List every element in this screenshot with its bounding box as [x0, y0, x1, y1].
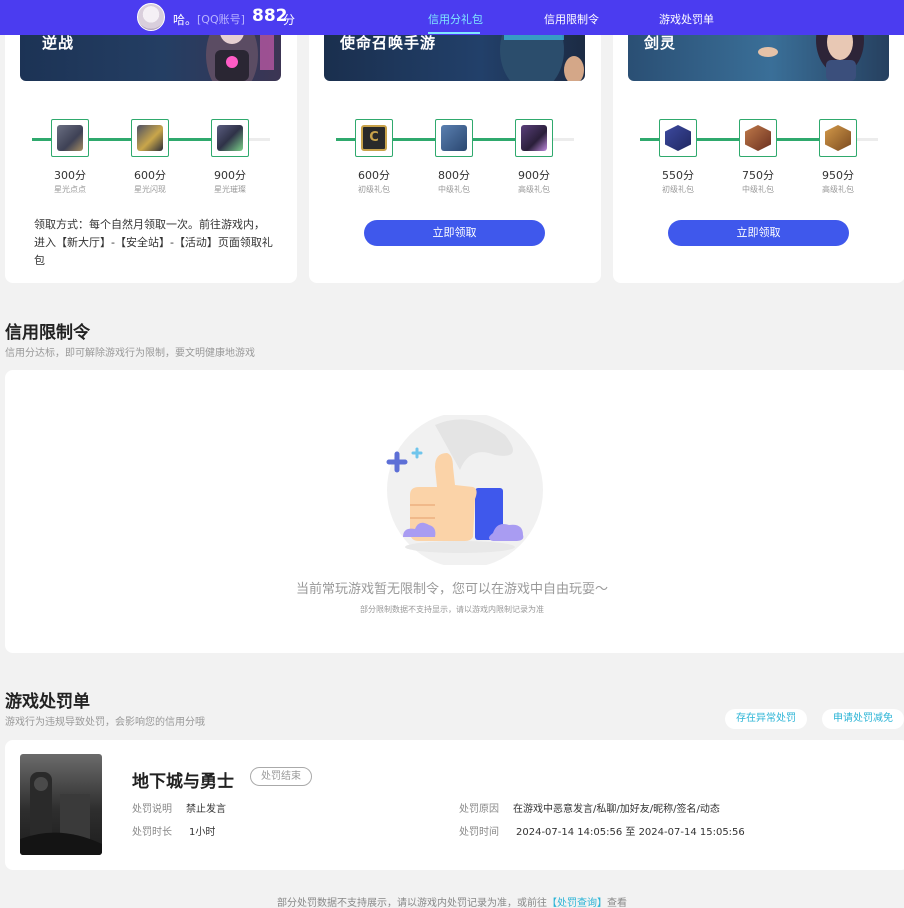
gift-points: 300分 — [54, 169, 86, 182]
nz-gift-2-icon — [137, 125, 163, 151]
active-tab-indicator — [428, 32, 480, 34]
gift-points: 800分 — [438, 169, 470, 182]
gift-name: 高级礼包 — [822, 185, 854, 194]
gift-name: 星光璀璨 — [214, 185, 246, 194]
gift-points: 900分 — [518, 169, 550, 182]
tab-credit-gift[interactable]: 信用分礼包 — [428, 11, 483, 27]
avatar[interactable] — [137, 3, 165, 31]
game-name: 地下城与勇士 — [132, 772, 234, 792]
abnormal-penalty-button[interactable]: 存在异常处罚 — [725, 709, 807, 729]
gift-card-bns: 剑灵 550分 750分 950分 初级礼包 中级礼包 高级礼包 立即领取 — [613, 0, 904, 283]
restriction-subtitle: 信用分达标，即可解除游戏行为限制，要文明健康地游戏 — [5, 348, 255, 359]
gift-item[interactable] — [131, 119, 169, 157]
time-label: 处罚时间 — [459, 827, 499, 838]
status-badge: 处罚结束 — [250, 767, 312, 786]
time-value: 2024-07-14 14:05:56 至 2024-07-14 15:05:5… — [516, 827, 745, 838]
gift-name: 高级礼包 — [518, 185, 550, 194]
bns-gift-3-icon — [825, 125, 851, 151]
gift-item[interactable] — [739, 119, 777, 157]
penalty-title: 游戏处罚单 — [5, 692, 90, 712]
gift-points: 750分 — [742, 169, 774, 182]
gift-item[interactable] — [435, 119, 473, 157]
gift-name: 星光闪现 — [134, 185, 166, 194]
gift-name: 初级礼包 — [662, 185, 694, 194]
thumbs-up-illustration — [386, 415, 543, 565]
tab-penalty-list[interactable]: 游戏处罚单 — [659, 11, 714, 27]
penalty-query-link[interactable]: 【处罚查询】 — [547, 898, 607, 908]
gift-card-nizhan: 逆战 300分 600分 900分 星光点点 星光闪现 星光璀璨 领取方式：每个… — [5, 0, 297, 283]
gift-card-codm: 使命召唤手游 C 600分 800分 900分 初级礼包 中级礼包 高级礼包 立… — [309, 0, 601, 283]
gift-name: 中级礼包 — [438, 185, 470, 194]
reason-value: 在游戏中恶意发言/私聊/加好友/昵称/签名/动态 — [513, 804, 720, 815]
restriction-panel: 当前常玩游戏暂无限制令，您可以在游戏中自由玩耍～ 部分限制数据不支持显示，请以游… — [5, 370, 904, 653]
gift-name: 星光点点 — [54, 185, 86, 194]
gift-item[interactable] — [51, 119, 89, 157]
reason-label: 处罚原因 — [459, 804, 499, 815]
empty-state-note: 部分限制数据不支持显示，请以游戏内限制记录为准 — [360, 605, 544, 614]
gift-name: 初级礼包 — [358, 185, 390, 194]
game-thumbnail — [20, 754, 102, 855]
gift-name: 中级礼包 — [742, 185, 774, 194]
gift-item[interactable] — [819, 119, 857, 157]
duration-label: 处罚时长 — [132, 827, 172, 838]
nz-gift-3-icon — [217, 125, 243, 151]
banner-title: 使命召唤手游 — [340, 34, 437, 52]
restriction-title: 信用限制令 — [5, 323, 90, 343]
claim-instructions: 领取方式：每个自然月领取一次。前往游戏内，进入【新大厅】-【安全站】-【活动】页… — [34, 218, 273, 267]
gift-item[interactable]: C — [355, 119, 393, 157]
footer-note: 部分处罚数据不支持展示，请以游戏内处罚记录为准，或前往【处罚查询】查看 — [0, 894, 904, 908]
bns-gift-1-icon — [665, 125, 691, 151]
penalty-subtitle: 游戏行为违规导致处罚，会影响您的信用分哦 — [5, 717, 205, 728]
gift-item[interactable] — [211, 119, 249, 157]
bns-gift-2-icon — [745, 125, 771, 151]
empty-state-text: 当前常玩游戏暂无限制令，您可以在游戏中自由玩耍～ — [295, 582, 608, 597]
gift-item[interactable] — [659, 119, 697, 157]
codm-gift-2-icon — [441, 125, 467, 151]
nickname: 哈。 — [173, 13, 198, 27]
account-type: [QQ账号] — [197, 13, 245, 26]
banner-title: 逆战 — [42, 34, 75, 52]
top-nav-bar: 哈。 [QQ账号] 882 分 信用分礼包 信用限制令 游戏处罚单 — [0, 0, 904, 35]
score-unit: 分 — [283, 13, 296, 27]
gift-points: 900分 — [214, 169, 246, 182]
duration-value: 1小时 — [189, 827, 216, 838]
desc-label: 处罚说明 — [132, 804, 172, 815]
codm-gift-1-icon: C — [361, 125, 387, 151]
apply-reduction-button[interactable]: 申请处罚减免 — [822, 709, 904, 729]
codm-gift-3-icon — [521, 125, 547, 151]
banner-title: 剑灵 — [644, 34, 677, 52]
gift-item[interactable] — [515, 119, 553, 157]
tab-credit-restriction[interactable]: 信用限制令 — [544, 11, 599, 27]
desc-value: 禁止发言 — [186, 804, 226, 815]
gift-points: 600分 — [358, 169, 390, 182]
claim-button[interactable]: 立即领取 — [668, 220, 849, 246]
footer-text: 部分处罚数据不支持展示，请以游戏内处罚记录为准，或前往 — [277, 898, 547, 908]
gift-points: 550分 — [662, 169, 694, 182]
gift-points: 950分 — [822, 169, 854, 182]
nz-gift-1-icon — [57, 125, 83, 151]
game-art — [20, 772, 102, 855]
footer-suffix: 查看 — [607, 898, 627, 908]
gift-points: 600分 — [134, 169, 166, 182]
claim-button[interactable]: 立即领取 — [364, 220, 545, 246]
